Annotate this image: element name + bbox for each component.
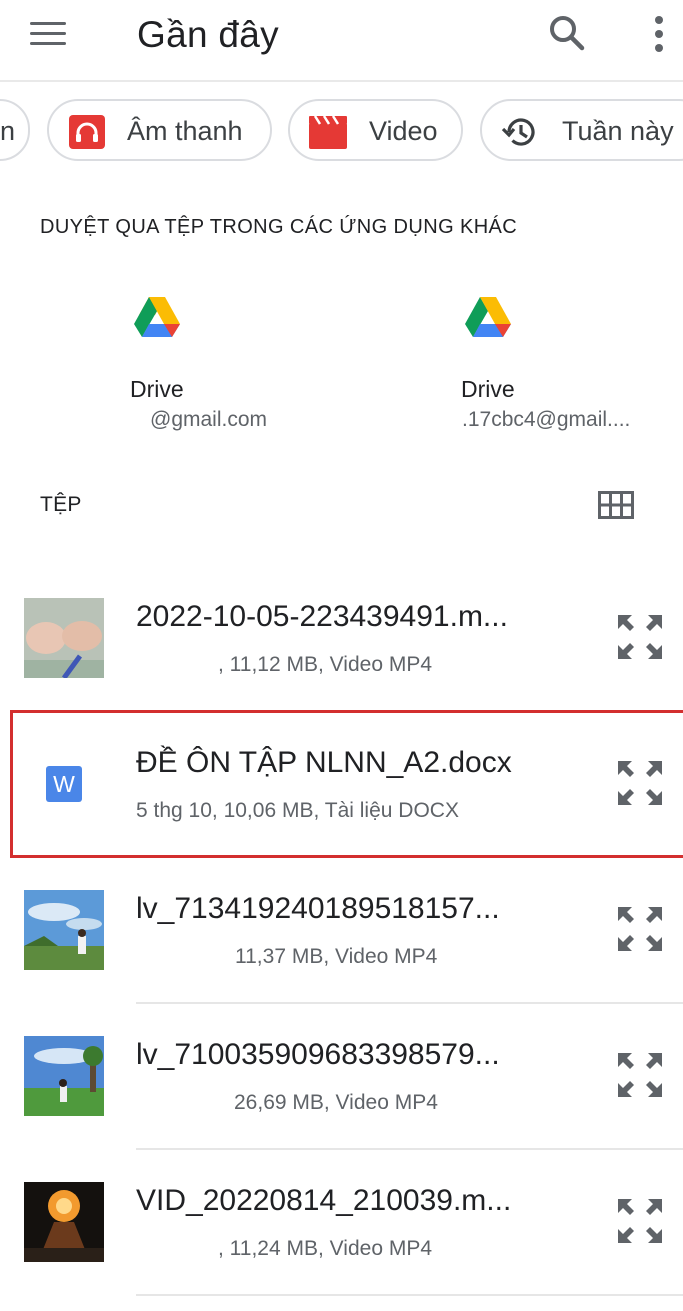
divider [136, 1294, 683, 1296]
search-icon[interactable] [546, 12, 588, 54]
more-vert-icon[interactable] [648, 14, 670, 54]
app-name: Drive [130, 376, 184, 402]
expand-icon[interactable] [616, 905, 664, 953]
chip-video[interactable]: Video [288, 99, 463, 161]
video-thumbnail [24, 1182, 104, 1262]
divider [136, 1148, 683, 1150]
file-row[interactable]: VID_20220814_210039.m... , 11,24 MB, Vid… [0, 1152, 683, 1298]
menu-icon[interactable] [28, 18, 68, 50]
file-meta: 11,37 MB, Video MP4 [235, 945, 438, 968]
chip-partial[interactable]: n [0, 99, 30, 161]
google-drive-icon [465, 296, 511, 343]
file-meta: , 11,24 MB, Video MP4 [218, 1237, 433, 1260]
file-row[interactable]: 2022-10-05-223439491.m... , 11,12 MB, Vi… [0, 568, 683, 714]
account-email: @gmail.com [150, 408, 268, 431]
drive-tile-1[interactable]: Drive @gmail.com [110, 290, 370, 440]
browse-apps-heading: DUYỆT QUA TỆP TRONG CÁC ỨNG DỤNG KHÁC [40, 216, 518, 238]
chip-this-week[interactable]: Tuần này [480, 99, 683, 161]
history-icon [500, 114, 540, 157]
page-title: Gần đây [137, 14, 279, 55]
account-email: .17cbc4@gmail.... [462, 408, 631, 431]
video-thumbnail [24, 1036, 104, 1116]
file-meta: , 11,12 MB, Video MP4 [218, 653, 433, 676]
expand-icon[interactable] [616, 1051, 664, 1099]
selection-highlight [10, 710, 683, 858]
google-drive-icon [134, 296, 180, 343]
drive-tile-2[interactable]: Drive .17cbc4@gmail.... [441, 290, 683, 440]
file-name: lv_710035909683398579... [136, 1038, 500, 1071]
chip-audio[interactable]: Âm thanh [47, 99, 272, 161]
files-heading: TỆP [40, 493, 82, 516]
headphones-icon [68, 114, 106, 157]
expand-icon[interactable] [616, 1197, 664, 1245]
file-row[interactable]: lv_713419240189518157... 11,37 MB, Video… [0, 860, 683, 1006]
file-row[interactable]: lv_710035909683398579... 26,69 MB, Video… [0, 1006, 683, 1152]
divider [136, 1002, 683, 1004]
file-name: 2022-10-05-223439491.m... [136, 600, 508, 633]
app-name: Drive [461, 376, 515, 402]
file-name: lv_713419240189518157... [136, 892, 500, 925]
video-thumbnail [24, 890, 104, 970]
expand-icon[interactable] [616, 613, 664, 661]
file-name: VID_20220814_210039.m... [136, 1184, 512, 1217]
file-meta: 26,69 MB, Video MP4 [234, 1091, 438, 1114]
app-bar: Gần đây [0, 0, 683, 82]
grid-view-icon[interactable] [598, 491, 634, 519]
clapperboard-icon [308, 114, 348, 157]
video-thumbnail [24, 598, 104, 678]
